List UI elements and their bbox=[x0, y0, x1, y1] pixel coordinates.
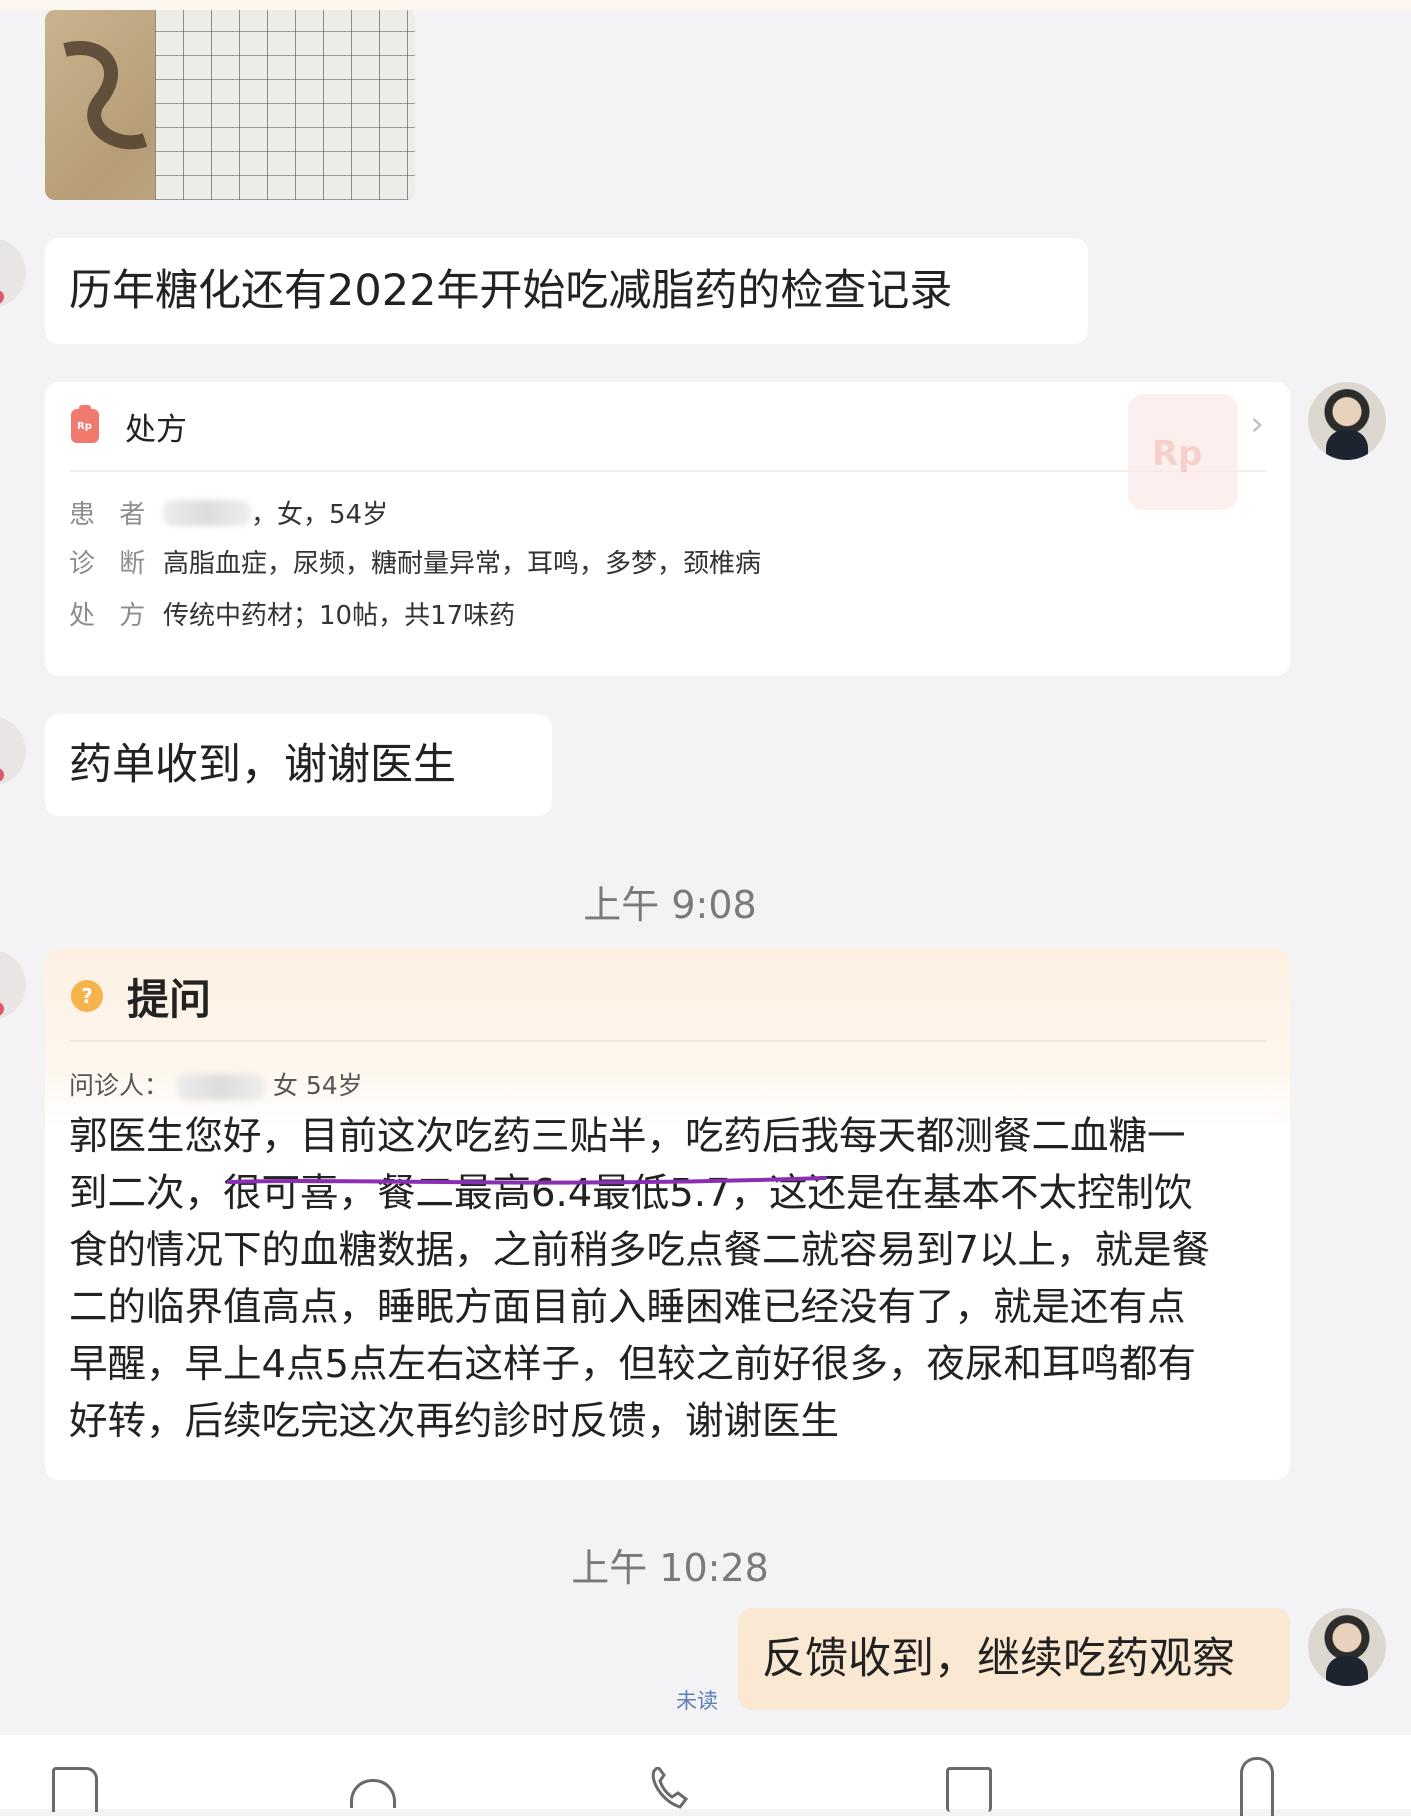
timestamp: 上午 10:28 bbox=[571, 1546, 769, 1590]
question-doc-icon[interactable] bbox=[52, 1767, 98, 1812]
patient-avatar[interactable] bbox=[0, 950, 26, 1020]
message-text: 历年糖化还有2022年开始吃减脂药的检查记录 bbox=[69, 265, 953, 316]
message-text: 药单收到，谢谢医生 bbox=[69, 739, 456, 790]
timestamp: 上午 9:08 bbox=[583, 883, 757, 927]
patient-avatar[interactable] bbox=[0, 238, 26, 308]
chevron-right-icon[interactable]: › bbox=[1250, 404, 1264, 444]
question-header: ? 提问 bbox=[45, 948, 1290, 1040]
question-patient-value: 女 54岁 bbox=[272, 1071, 363, 1100]
rx-label: 处 方 bbox=[69, 601, 154, 631]
prescription-header: Rp 处方 bbox=[45, 382, 1290, 470]
prescription-icon: Rp bbox=[71, 405, 99, 443]
prescription-title: 处方 bbox=[125, 411, 187, 448]
question-icon: ? bbox=[71, 980, 103, 1012]
doctor-avatar[interactable] bbox=[1308, 1608, 1386, 1686]
top-edge bbox=[0, 0, 1411, 10]
divider bbox=[69, 1040, 1266, 1042]
gift-icon[interactable] bbox=[946, 1767, 992, 1812]
divider bbox=[69, 470, 1266, 472]
patient-row: 患 者 ，女，54岁 bbox=[69, 494, 388, 531]
handwritten-table bbox=[155, 10, 415, 200]
prescription-card[interactable]: Rp Rp 处方 › 患 者 ，女，54岁 诊 断 高脂血症，尿频，糖耐量异常，… bbox=[45, 382, 1290, 676]
diagnosis-row: 诊 断 高脂血症，尿频，糖耐量异常，耳鸣，多梦，颈椎病 bbox=[69, 543, 761, 580]
unread-status: 未读 bbox=[676, 1689, 718, 1713]
question-title: 提问 bbox=[127, 974, 212, 1024]
bottom-toolbar bbox=[0, 1735, 1411, 1816]
message-bubble[interactable]: 药单收到，谢谢医生 bbox=[45, 714, 552, 816]
message-text: 反馈收到，继续吃药观察 bbox=[762, 1633, 1235, 1684]
message-bubble[interactable]: 反馈收到，继续吃药观察 bbox=[738, 1608, 1290, 1710]
question-patient: 问诊人： 女 54岁 bbox=[69, 1066, 363, 1102]
prescription-watermark-icon: Rp bbox=[1128, 394, 1238, 510]
patient-value: ，女，54岁 bbox=[251, 500, 389, 530]
redacted-name bbox=[176, 1074, 265, 1100]
handwritten-underline bbox=[227, 1176, 827, 1185]
photo-texture bbox=[63, 41, 148, 150]
phone-icon[interactable] bbox=[648, 1767, 688, 1809]
question-patient-label: 问诊人： bbox=[69, 1071, 170, 1100]
rx-value: 传统中药材；10帖，共17味药 bbox=[163, 601, 516, 631]
diagnosis-label: 诊 断 bbox=[69, 549, 154, 579]
paperclip-icon[interactable] bbox=[1240, 1757, 1274, 1816]
question-card[interactable]: ? 提问 问诊人： 女 54岁 郭医生您好，目前这次吃药三贴半，吃药后我每天都测… bbox=[45, 948, 1290, 1480]
bowl-icon[interactable] bbox=[350, 1779, 396, 1808]
message-bubble[interactable]: 历年糖化还有2022年开始吃减脂药的检查记录 bbox=[45, 238, 1088, 344]
doctor-avatar[interactable] bbox=[1308, 382, 1386, 460]
patient-avatar[interactable] bbox=[0, 716, 26, 786]
record-photo[interactable] bbox=[45, 10, 415, 200]
rx-row: 处 方 传统中药材；10帖，共17味药 bbox=[69, 595, 515, 632]
patient-label: 患 者 bbox=[69, 500, 154, 530]
redacted-name bbox=[163, 499, 251, 526]
diagnosis-value: 高脂血症，尿频，糖耐量异常，耳鸣，多梦，颈椎病 bbox=[163, 549, 762, 579]
question-body: 郭医生您好，目前这次吃药三贴半，吃药后我每天都测餐二血糖一 到二次，很可喜，餐二… bbox=[69, 1114, 1210, 1444]
